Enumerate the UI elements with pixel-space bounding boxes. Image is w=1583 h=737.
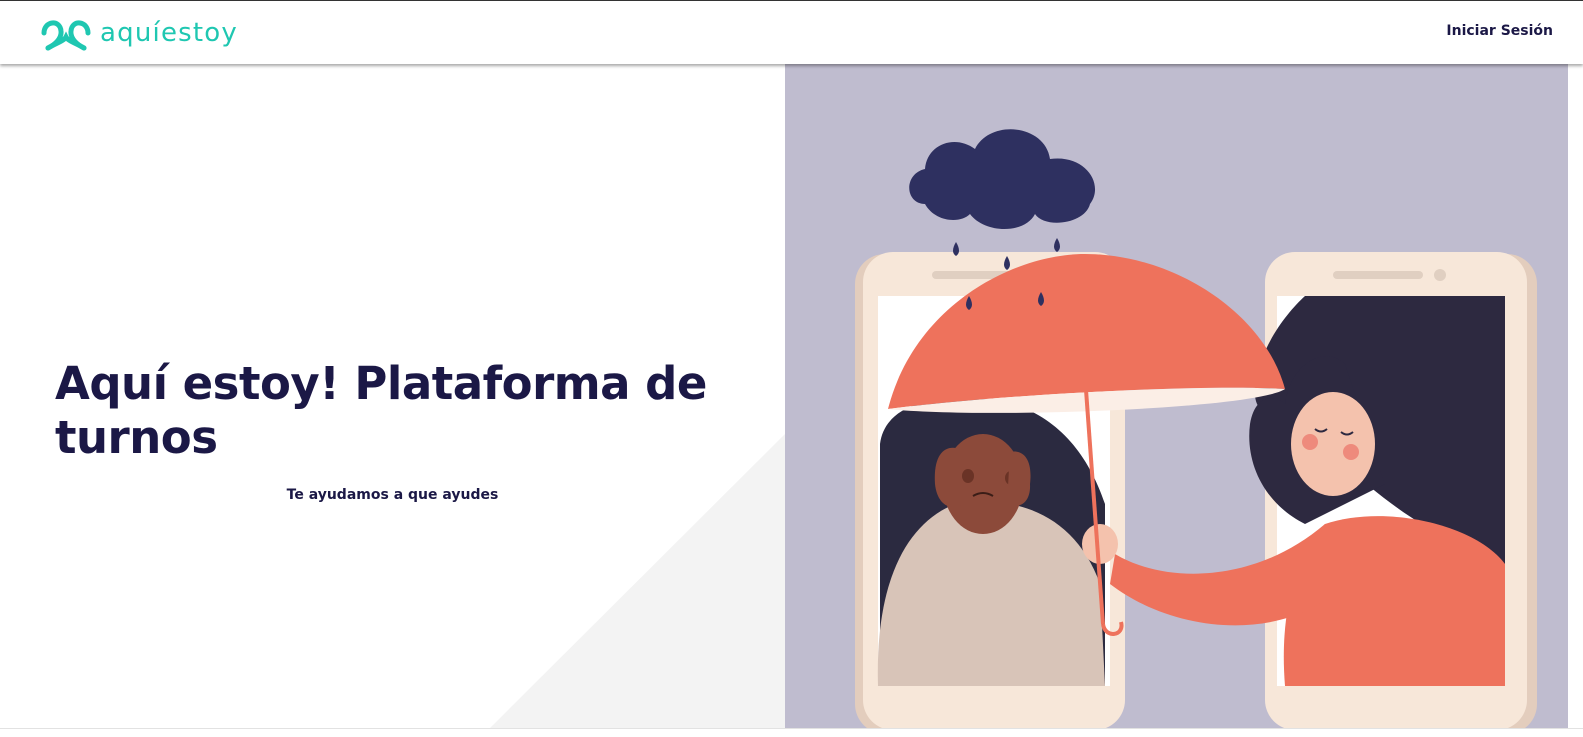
brand-name: aquíestoy <box>100 18 238 48</box>
login-link[interactable]: Iniciar Sesión <box>1446 23 1553 39</box>
page-subtitle: Te ayudamos a que ayudes <box>286 487 499 503</box>
top-navbar: aquíestoy Iniciar Sesión <box>0 0 1583 64</box>
page-title: Aquí estoy! Plataforma de turnos <box>55 357 707 464</box>
hero-illustration-panel <box>785 64 1568 728</box>
umbrella-support-phones-illustration <box>855 129 1537 728</box>
hero-text-panel: Aquí estoy! Plataforma de turnos Te ayud… <box>0 64 785 728</box>
brand-logo[interactable]: aquíestoy <box>40 15 238 51</box>
page-bottom-edge <box>0 728 1583 737</box>
page-right-gutter <box>1568 64 1583 728</box>
linked-loops-logo-icon <box>41 20 91 51</box>
